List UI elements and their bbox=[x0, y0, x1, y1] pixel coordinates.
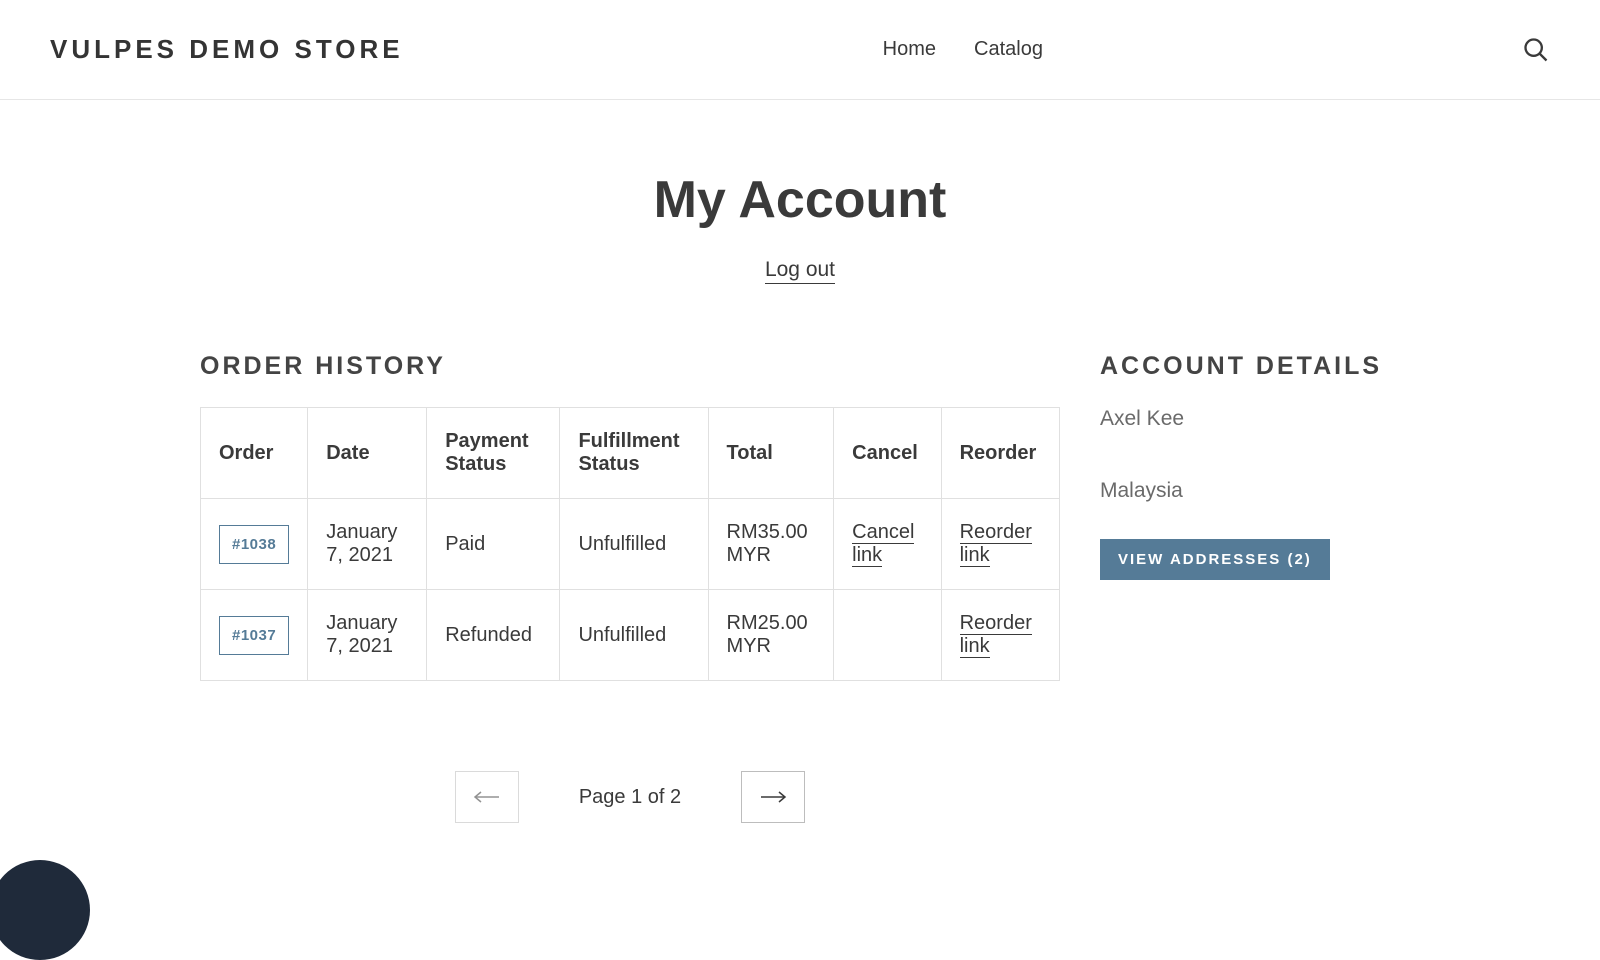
order-fulfillment-status: Unfulfilled bbox=[560, 499, 708, 590]
order-total: RM25.00 MYR bbox=[708, 590, 834, 681]
order-id-link[interactable]: #1037 bbox=[219, 616, 289, 655]
arrow-left-icon bbox=[473, 790, 501, 804]
search-icon[interactable] bbox=[1522, 36, 1550, 64]
col-payment-status: Payment Status bbox=[427, 408, 560, 499]
next-page-button[interactable] bbox=[741, 771, 805, 823]
order-history-section: ORDER HISTORY Order Date Payment Status … bbox=[200, 352, 1060, 823]
reorder-link[interactable]: Reorder link bbox=[960, 612, 1032, 658]
site-header: VULPES DEMO STORE Home Catalog bbox=[0, 0, 1600, 100]
chat-widget-bubble[interactable] bbox=[0, 860, 90, 960]
main-nav: Home Catalog bbox=[404, 38, 1522, 61]
order-payment-status: Refunded bbox=[427, 590, 560, 681]
col-total: Total bbox=[708, 408, 834, 499]
account-name: Axel Kee bbox=[1100, 407, 1400, 431]
col-date: Date bbox=[308, 408, 427, 499]
table-row: #1038 January 7, 2021 Paid Unfulfilled R… bbox=[201, 499, 1060, 590]
account-details-section: ACCOUNT DETAILS Axel Kee Malaysia VIEW A… bbox=[1100, 352, 1400, 580]
nav-catalog[interactable]: Catalog bbox=[974, 38, 1043, 61]
order-date: January 7, 2021 bbox=[308, 590, 427, 681]
view-addresses-button[interactable]: VIEW ADDRESSES (2) bbox=[1100, 539, 1330, 580]
table-header-row: Order Date Payment Status Fulfillment St… bbox=[201, 408, 1060, 499]
logout-link[interactable]: Log out bbox=[765, 258, 835, 284]
col-cancel: Cancel bbox=[834, 408, 941, 499]
account-details-title: ACCOUNT DETAILS bbox=[1100, 352, 1400, 381]
order-id-link[interactable]: #1038 bbox=[219, 525, 289, 564]
pagination: Page 1 of 2 bbox=[200, 771, 1060, 823]
table-row: #1037 January 7, 2021 Refunded Unfulfill… bbox=[201, 590, 1060, 681]
order-payment-status: Paid bbox=[427, 499, 560, 590]
order-history-title: ORDER HISTORY bbox=[200, 352, 1060, 381]
page-title: My Account bbox=[0, 170, 1600, 230]
order-fulfillment-status: Unfulfilled bbox=[560, 590, 708, 681]
reorder-link[interactable]: Reorder link bbox=[960, 521, 1032, 567]
col-reorder: Reorder bbox=[941, 408, 1059, 499]
order-history-table: Order Date Payment Status Fulfillment St… bbox=[200, 407, 1060, 681]
store-name[interactable]: VULPES DEMO STORE bbox=[50, 34, 404, 65]
nav-home[interactable]: Home bbox=[883, 38, 936, 61]
account-country: Malaysia bbox=[1100, 479, 1400, 503]
order-date: January 7, 2021 bbox=[308, 499, 427, 590]
col-fulfillment-status: Fulfillment Status bbox=[560, 408, 708, 499]
prev-page-button[interactable] bbox=[455, 771, 519, 823]
cancel-cell-empty bbox=[834, 590, 941, 681]
order-total: RM35.00 MYR bbox=[708, 499, 834, 590]
content: ORDER HISTORY Order Date Payment Status … bbox=[0, 352, 1600, 823]
page-info: Page 1 of 2 bbox=[579, 786, 681, 809]
cancel-link[interactable]: Cancel link bbox=[852, 521, 914, 567]
arrow-right-icon bbox=[759, 790, 787, 804]
col-order: Order bbox=[201, 408, 308, 499]
